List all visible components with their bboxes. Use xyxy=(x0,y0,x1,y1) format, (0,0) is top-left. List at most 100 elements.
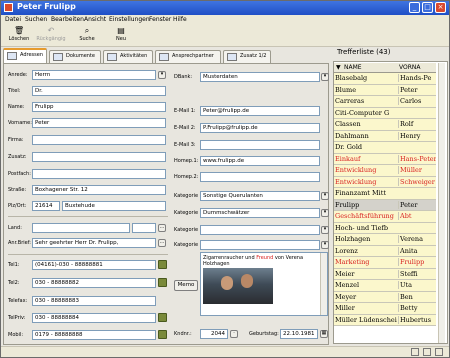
tel1-field[interactable]: (04161)-030 - 88888881 xyxy=(32,260,156,270)
undo-button[interactable]: ↶ Rückgängig xyxy=(35,26,67,46)
kategorie-3-dropdown-button[interactable]: ▾ xyxy=(321,226,329,234)
table-row[interactable]: Dr. Gold xyxy=(334,142,436,154)
plz-field[interactable]: 21614 xyxy=(32,201,60,211)
table-row[interactable]: Lorenz Anita xyxy=(334,245,436,257)
dbank-field[interactable]: Musterdaten xyxy=(200,72,320,82)
kategorie-3-field[interactable] xyxy=(200,225,320,235)
maximize-icon[interactable]: □ xyxy=(422,2,433,13)
app-icon xyxy=(4,3,13,12)
land-field[interactable] xyxy=(32,223,130,233)
table-row[interactable]: Dahlmann Henry xyxy=(334,130,436,142)
table-row[interactable]: Citi-Computer G xyxy=(334,107,436,119)
vorname-field[interactable]: Peter xyxy=(32,118,166,128)
table-row[interactable]: Entwicklung Schweiger xyxy=(334,176,436,188)
postfach-field[interactable] xyxy=(32,169,166,179)
trefferliste-scrollbar[interactable] xyxy=(438,63,445,343)
phone-dial-icon[interactable] xyxy=(158,330,167,339)
phone-dial-icon[interactable] xyxy=(158,260,167,269)
activity-icon xyxy=(107,53,117,61)
titel-field[interactable]: Dr. xyxy=(32,86,166,96)
tab-ansprechpartner[interactable]: Ansprechpartner xyxy=(155,50,221,63)
kndnr-field[interactable]: 2044 xyxy=(200,329,228,339)
menu-suchen[interactable]: Suchen xyxy=(25,16,47,23)
table-row[interactable]: Meyer Ben xyxy=(334,291,436,303)
mobil-field[interactable]: 0179 - 88888888 xyxy=(32,330,156,340)
geburtstag-field[interactable]: 22.10.1981 xyxy=(280,329,318,339)
menu-hilfe[interactable]: Hilfe xyxy=(173,16,187,23)
anr-brief-button[interactable]: … xyxy=(158,239,166,247)
table-row[interactable]: Geschäftsführung Abt xyxy=(334,211,436,223)
memo-scrollbar[interactable] xyxy=(320,253,327,315)
cell-name: Müller Lüdenscheid xyxy=(335,315,397,324)
email1-field[interactable]: Peter@frulipp.de xyxy=(200,106,320,116)
kategorie-4-field[interactable] xyxy=(200,240,320,250)
table-row[interactable]: Carreras Carlos xyxy=(334,96,436,108)
homep2-field[interactable] xyxy=(200,172,320,182)
tab-adressen[interactable]: Adressen xyxy=(3,48,47,63)
table-row[interactable]: Einkauf Hans-Peter xyxy=(334,153,436,165)
kategorie-2-dropdown-button[interactable]: ▾ xyxy=(321,209,329,217)
table-row[interactable]: Classen Rolf xyxy=(334,119,436,131)
table-row[interactable]: Holzhagen Verena xyxy=(334,234,436,246)
land-lookup-button[interactable]: … xyxy=(158,224,166,232)
tel2-field[interactable]: 030 - 88888882 xyxy=(32,278,156,288)
memo-box[interactable]: Zigarrenraucher und Freund von Verena Ho… xyxy=(200,252,328,316)
table-row[interactable]: Miller Betty xyxy=(334,303,436,315)
search-button[interactable]: ⌕ Suche xyxy=(71,26,103,46)
menu-datei[interactable]: Datei xyxy=(5,16,21,23)
geburtstag-label: Geburtstag: xyxy=(249,331,279,337)
land-code-field[interactable] xyxy=(132,223,156,233)
dbank-dropdown-button[interactable]: ▾ xyxy=(321,73,329,81)
table-row[interactable]: Frulipp Peter xyxy=(334,199,436,211)
tab-aktivitaeten[interactable]: Aktivitäten xyxy=(103,50,153,63)
kategorie-1-dropdown-button[interactable]: ▾ xyxy=(321,192,329,200)
column-header-vorname[interactable]: VORNA xyxy=(399,64,420,71)
telpriv-field[interactable]: 030 - 88888884 xyxy=(32,313,156,323)
email2-field[interactable]: P.Frulipp@frulipp.de xyxy=(200,123,320,133)
memo-button[interactable]: Memo xyxy=(174,280,198,291)
table-row[interactable]: Menzel Uta xyxy=(334,280,436,292)
column-header-name[interactable]: NAME xyxy=(344,64,362,71)
firma-field[interactable] xyxy=(32,135,166,145)
table-row[interactable]: Finanzamt Mitt xyxy=(334,188,436,200)
table-row[interactable]: Meier Steffi xyxy=(334,268,436,280)
window-title: Peter Frulipp xyxy=(17,2,76,11)
telefax-field[interactable]: 030 - 88888883 xyxy=(32,296,156,306)
kndnr-button[interactable]: · xyxy=(230,330,238,338)
table-row[interactable]: Müller Lüdenscheid Hubertus xyxy=(334,314,436,326)
email3-field[interactable] xyxy=(200,140,320,150)
table-row[interactable]: Hoch- und Tiefb xyxy=(334,222,436,234)
minimize-icon[interactable]: _ xyxy=(409,2,420,13)
table-row[interactable]: Entwicklung Müller xyxy=(334,165,436,177)
anrede-label: Anrede: xyxy=(8,72,28,78)
table-row[interactable]: Marketing Frulipp xyxy=(334,257,436,269)
new-button[interactable]: ▤ Neu xyxy=(105,26,137,46)
calendar-icon[interactable]: ▦ xyxy=(320,330,328,338)
tab-zusatz[interactable]: Zusatz 1/2 xyxy=(223,50,271,63)
tab-dokumente[interactable]: Dokumente xyxy=(49,50,101,63)
zusatz-field[interactable] xyxy=(32,152,166,162)
phone-dial-icon[interactable] xyxy=(158,278,167,287)
close-icon[interactable]: × xyxy=(435,2,446,13)
ort-field[interactable]: Buxtehude xyxy=(62,201,166,211)
kategorie-4-dropdown-button[interactable]: ▾ xyxy=(321,241,329,249)
table-row[interactable]: Blasebalg Hands-Pe xyxy=(334,73,436,85)
search-icon: ⌕ xyxy=(84,26,90,35)
anr-brief-field[interactable]: Sehr geehrter Herr Dr. Frulipp, xyxy=(32,238,156,248)
anrede-field[interactable]: Herrn xyxy=(32,70,156,80)
kategorie-1-field[interactable]: Sonstige Querulanten xyxy=(200,191,320,201)
menu-ansicht[interactable]: Ansicht xyxy=(84,16,106,23)
kategorie-2-field[interactable]: Dummschwätzer xyxy=(200,208,320,218)
menu-bearbeiten[interactable]: Bearbeiten xyxy=(51,16,84,23)
phone-dial-icon[interactable] xyxy=(158,313,167,322)
table-row[interactable]: Blume Peter xyxy=(334,84,436,96)
menu-einstellungen[interactable]: Einstellungen xyxy=(109,16,150,23)
title-bar[interactable]: Peter Frulipp _ □ × xyxy=(1,1,449,15)
anrede-dropdown-button[interactable]: ▾ xyxy=(158,71,166,79)
name-field[interactable]: Frulipp xyxy=(32,102,166,112)
menu-fenster[interactable]: Fenster xyxy=(149,16,171,23)
delete-button[interactable]: 🗑 Löschen xyxy=(3,26,35,46)
homep1-field[interactable]: www.frulipp.de xyxy=(200,156,320,166)
strasse-field[interactable]: Boxhagener Str. 12 xyxy=(32,185,166,195)
cell-vorname: Schweiger xyxy=(398,177,435,186)
